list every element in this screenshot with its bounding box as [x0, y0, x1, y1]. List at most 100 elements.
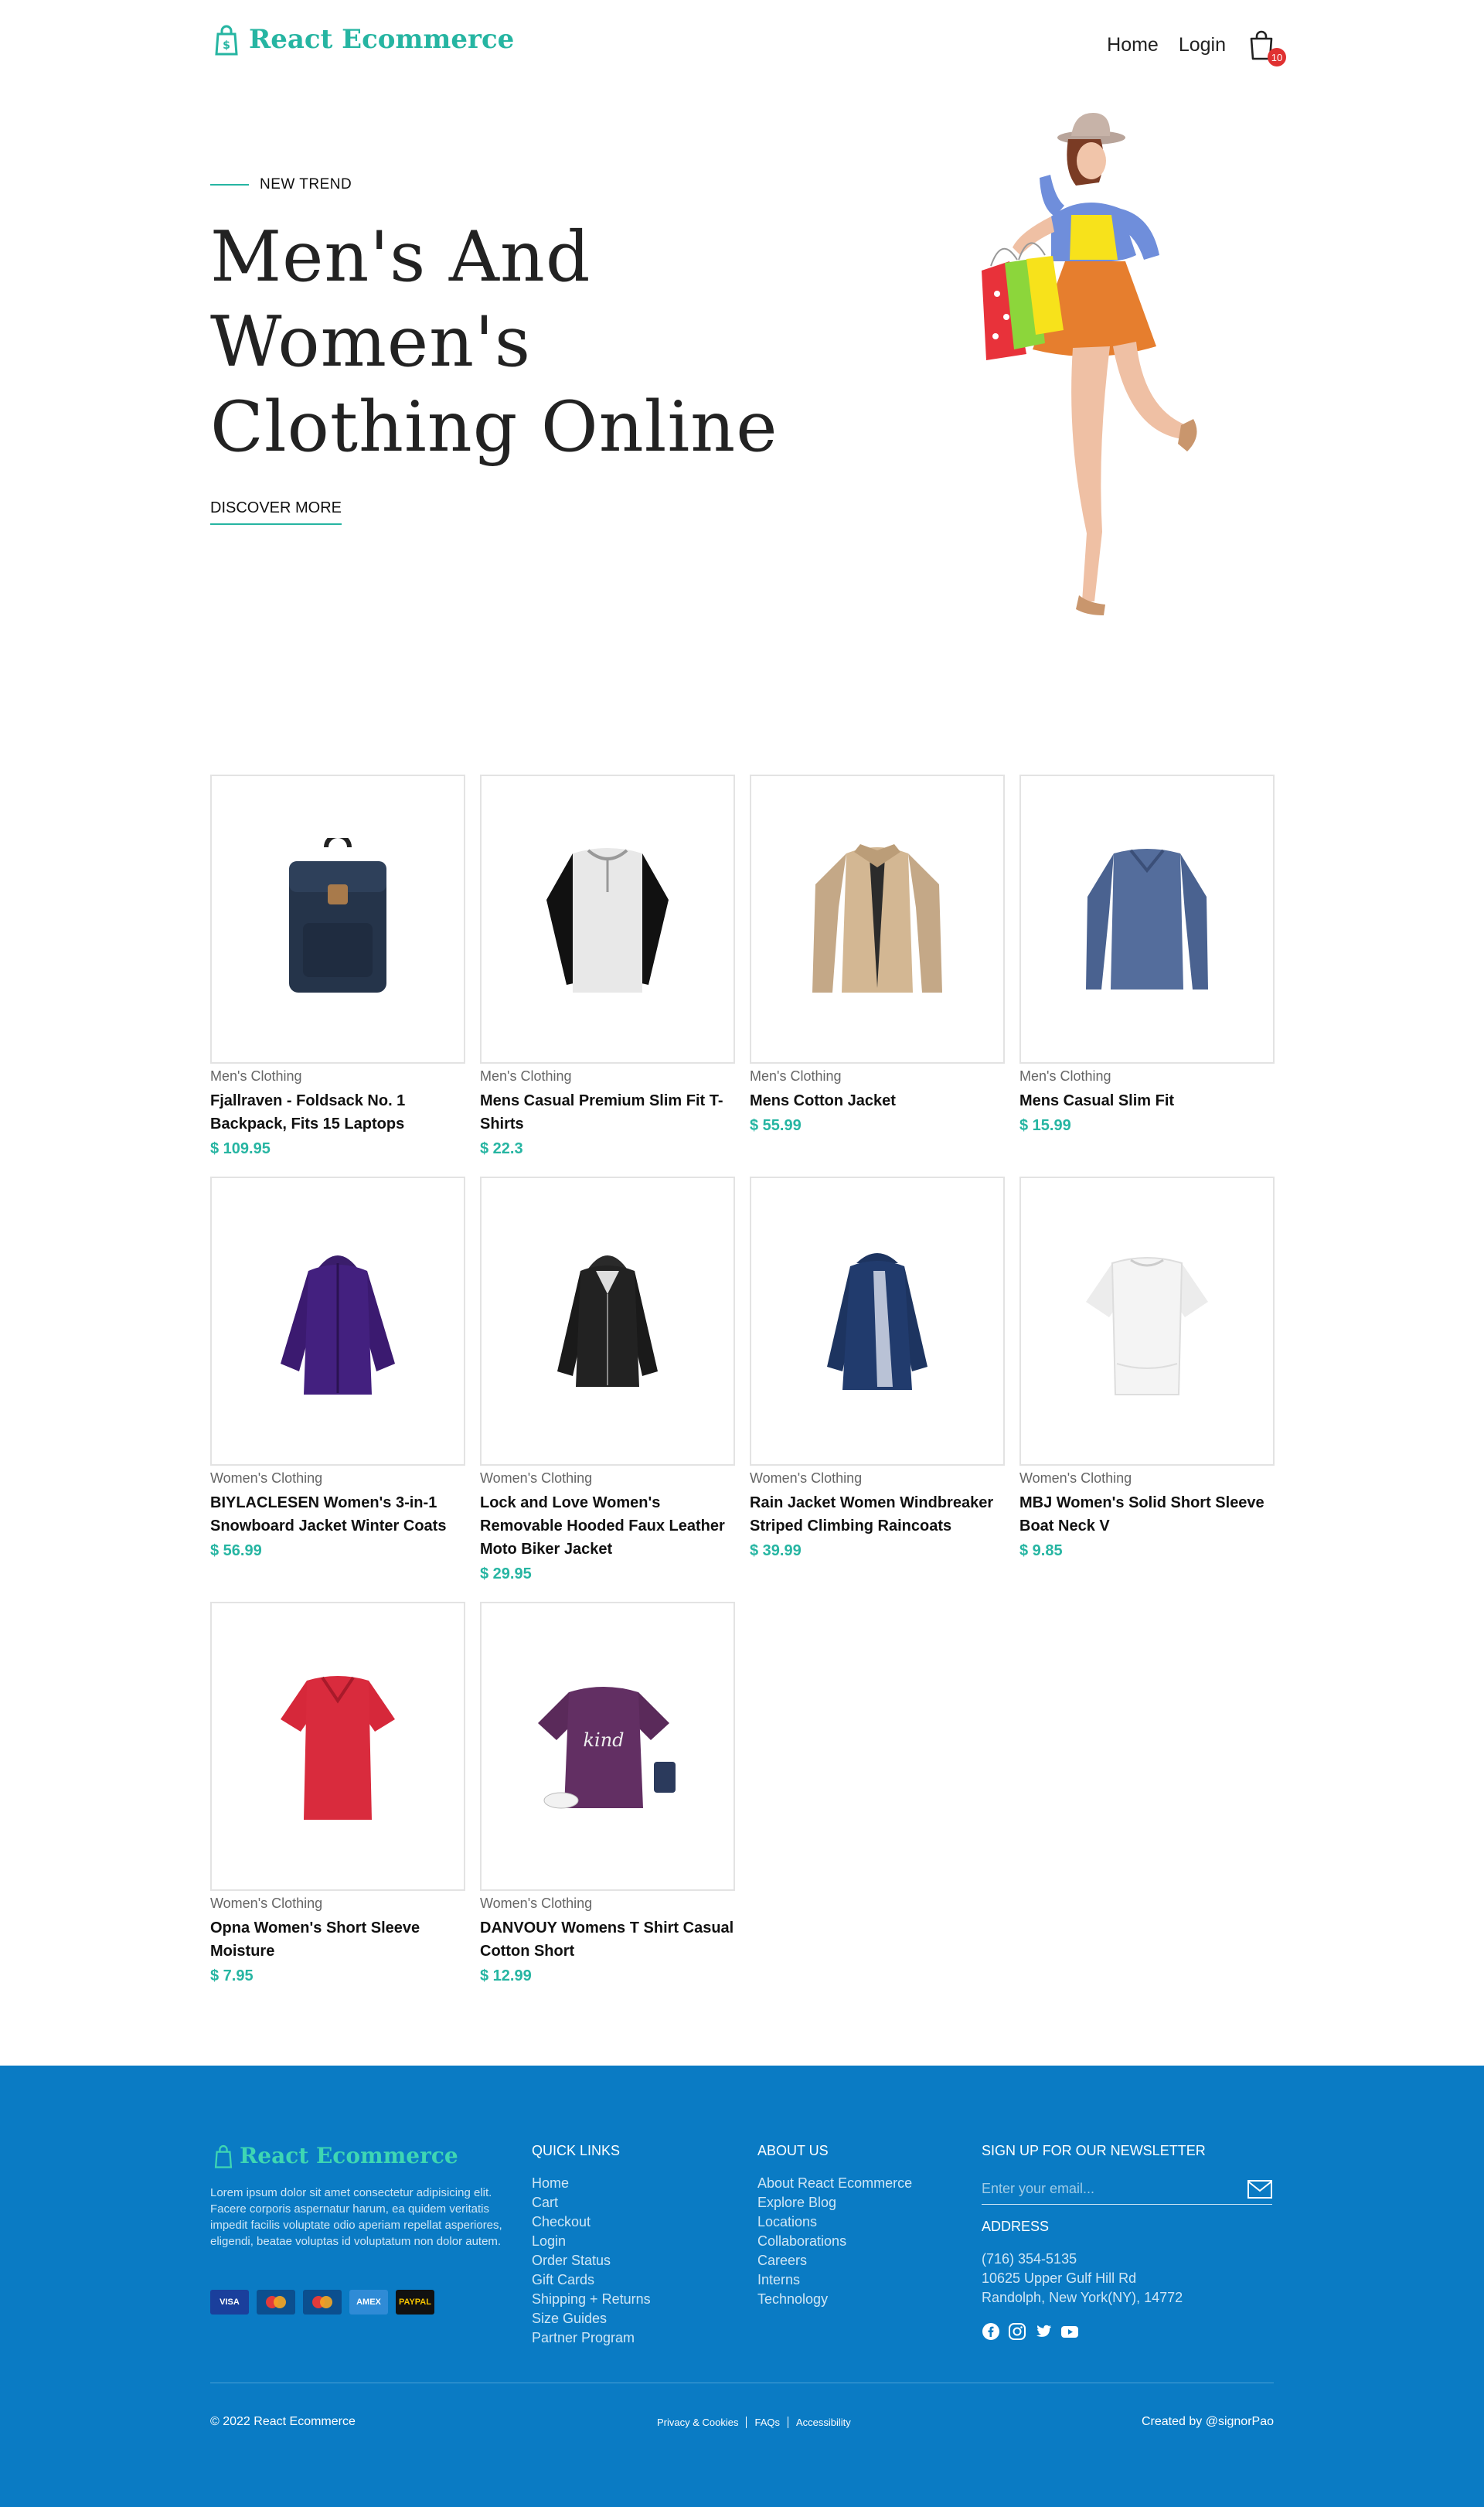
footer-brand-name: React Ecommerce [240, 2143, 458, 2168]
footer-link[interactable]: Checkout [532, 2212, 651, 2232]
address-city: Randolph, New York(NY), 14772 [982, 2290, 1183, 2305]
footer-link[interactable]: Login [532, 2232, 651, 2251]
amex-card-icon: AMEX [349, 2290, 388, 2315]
credit-text: Created by @signorPao [1142, 2415, 1274, 2428]
nav-login-link[interactable]: Login [1179, 34, 1226, 56]
product-card[interactable]: Men's Clothing Mens Cotton Jacket $ 55.9… [750, 775, 1005, 1135]
product-name[interactable]: Mens Casual Slim Fit [1019, 1089, 1275, 1112]
nav-home-link[interactable]: Home [1107, 34, 1159, 56]
paypal-card-icon: PAYPAL [396, 2290, 434, 2315]
product-name[interactable]: Rain Jacket Women Windbreaker Striped Cl… [750, 1491, 1005, 1538]
product-name[interactable]: Mens Cotton Jacket [750, 1089, 1005, 1112]
product-card[interactable]: Men's Clothing Mens Casual Slim Fit $ 15… [1019, 775, 1275, 1135]
hero-tag: NEW TREND [210, 176, 352, 193]
product-category: Women's Clothing [210, 1470, 323, 1486]
footer-link[interactable]: Cart [532, 2193, 651, 2212]
product-name[interactable]: Mens Casual Premium Slim Fit T-Shirts [480, 1089, 735, 1136]
visa-card-icon: VISA [210, 2290, 249, 2315]
product-category: Men's Clothing [480, 1068, 572, 1084]
product-category: Women's Clothing [1019, 1470, 1132, 1486]
accessibility-link[interactable]: Accessibility [788, 2417, 859, 2428]
cotton-jacket-icon [812, 844, 942, 993]
footer-link[interactable]: Careers [757, 2251, 912, 2270]
address-phone: (716) 354-5135 [982, 2251, 1077, 2267]
footer-link[interactable]: About React Ecommerce [757, 2174, 912, 2193]
product-price: $ 55.99 [750, 1117, 802, 1134]
product-name[interactable]: Opna Women's Short Sleeve Moisture [210, 1916, 465, 1963]
instagram-icon[interactable] [1008, 2322, 1026, 2341]
product-image[interactable] [210, 1177, 465, 1466]
product-card[interactable]: Men's Clothing Mens Casual Premium Slim … [480, 775, 735, 1158]
product-image[interactable] [210, 1602, 465, 1891]
product-image[interactable] [480, 1177, 735, 1466]
product-image[interactable] [1019, 1177, 1275, 1466]
quick-links-heading: QUICK LINKS [532, 2143, 621, 2158]
main-nav: Home Login 10 [1087, 29, 1286, 66]
product-card[interactable]: Women's Clothing Opna Women's Short Slee… [210, 1602, 465, 1985]
product-category: Women's Clothing [480, 1470, 593, 1486]
facebook-icon[interactable] [982, 2322, 1000, 2341]
footer-link[interactable]: Size Guides [532, 2309, 651, 2328]
footer-link[interactable]: Shipping + Returns [532, 2290, 651, 2309]
product-price: $ 9.85 [1019, 1542, 1063, 1559]
purple-tshirt-icon: kind [538, 1687, 676, 1809]
cart-count-badge: 10 [1268, 48, 1286, 66]
newsletter-heading: SIGN UP FOR OUR NEWSLETTER [982, 2143, 1206, 2158]
product-category: Men's Clothing [1019, 1068, 1111, 1084]
svg-text:$: $ [223, 39, 230, 52]
product-category: Men's Clothing [750, 1068, 842, 1084]
newsletter-email-input[interactable] [982, 2181, 1213, 2197]
product-image[interactable] [750, 775, 1005, 1064]
product-image[interactable]: kind [480, 1602, 735, 1891]
footer-link[interactable]: Locations [757, 2212, 912, 2232]
product-card[interactable]: Women's Clothing BIYLACLESEN Women's 3-i… [210, 1177, 465, 1560]
footer-link[interactable]: Explore Blog [757, 2193, 912, 2212]
product-name[interactable]: DANVOUY Womens T Shirt Casual Cotton Sho… [480, 1916, 735, 1963]
product-image[interactable] [1019, 775, 1275, 1064]
footer-link[interactable]: Gift Cards [532, 2270, 651, 2290]
twitter-icon[interactable] [1034, 2322, 1053, 2341]
product-name[interactable]: MBJ Women's Solid Short Sleeve Boat Neck… [1019, 1491, 1275, 1538]
svg-text:kind: kind [583, 1729, 624, 1751]
cart-button[interactable]: 10 [1247, 29, 1286, 66]
footer-link[interactable]: Home [532, 2174, 651, 2193]
product-image[interactable] [480, 775, 735, 1064]
footer-link[interactable]: Collaborations [757, 2232, 912, 2251]
about-us-list: About React Ecommerce Explore Blog Locat… [757, 2174, 912, 2309]
footer-link[interactable]: Order Status [532, 2251, 651, 2270]
backpack-icon [289, 838, 386, 993]
footer-link[interactable]: Interns [757, 2270, 912, 2290]
product-name[interactable]: Fjallraven - Foldsack No. 1 Backpack, Fi… [210, 1089, 465, 1136]
hero-shopping-woman-image [982, 113, 1197, 615]
footer-link[interactable]: Technology [757, 2290, 912, 2309]
faqs-link[interactable]: FAQs [747, 2417, 788, 2428]
product-image[interactable] [210, 775, 465, 1064]
brand-name: React Ecommerce [249, 24, 515, 55]
youtube-icon[interactable] [1060, 2322, 1079, 2341]
footer-link[interactable]: Partner Program [532, 2328, 651, 2348]
brand-logo[interactable]: $ React Ecommerce [213, 23, 514, 56]
shopping-bag-logo-icon [214, 2144, 233, 2168]
product-name[interactable]: Lock and Love Women's Removable Hooded F… [480, 1491, 735, 1561]
privacy-cookies-link[interactable]: Privacy & Cookies [649, 2417, 747, 2428]
copyright-text: © 2022 React Ecommerce [210, 2415, 356, 2428]
address-lines: (716) 354-5135 10625 Upper Gulf Hill Rd … [982, 2250, 1183, 2308]
product-card[interactable]: Women's Clothing Rain Jacket Women Windb… [750, 1177, 1005, 1560]
discover-more-link[interactable]: DISCOVER MORE [210, 499, 342, 525]
rain-jacket-icon [827, 1253, 928, 1390]
product-price: $ 7.95 [210, 1967, 254, 1984]
white-top-icon [1086, 1257, 1208, 1395]
product-name[interactable]: BIYLACLESEN Women's 3-in-1 Snowboard Jac… [210, 1491, 465, 1538]
product-card[interactable]: Men's Clothing Fjallraven - Foldsack No.… [210, 775, 465, 1158]
product-card[interactable]: Women's Clothing Lock and Love Women's R… [480, 1177, 735, 1583]
product-category: Women's Clothing [750, 1470, 863, 1486]
footer-brand-logo[interactable]: React Ecommerce [213, 2143, 458, 2168]
product-price: $ 22.3 [480, 1140, 523, 1157]
product-card[interactable]: kind Women's Clothing DANVOUY Womens T S… [480, 1602, 735, 1985]
address-street: 10625 Upper Gulf Hill Rd [982, 2270, 1137, 2286]
address-heading: ADDRESS [982, 2219, 1050, 2234]
leather-jacket-icon [557, 1255, 658, 1387]
product-card[interactable]: Women's Clothing MBJ Women's Solid Short… [1019, 1177, 1275, 1560]
product-image[interactable] [750, 1177, 1005, 1466]
envelope-icon[interactable] [1247, 2179, 1272, 2199]
